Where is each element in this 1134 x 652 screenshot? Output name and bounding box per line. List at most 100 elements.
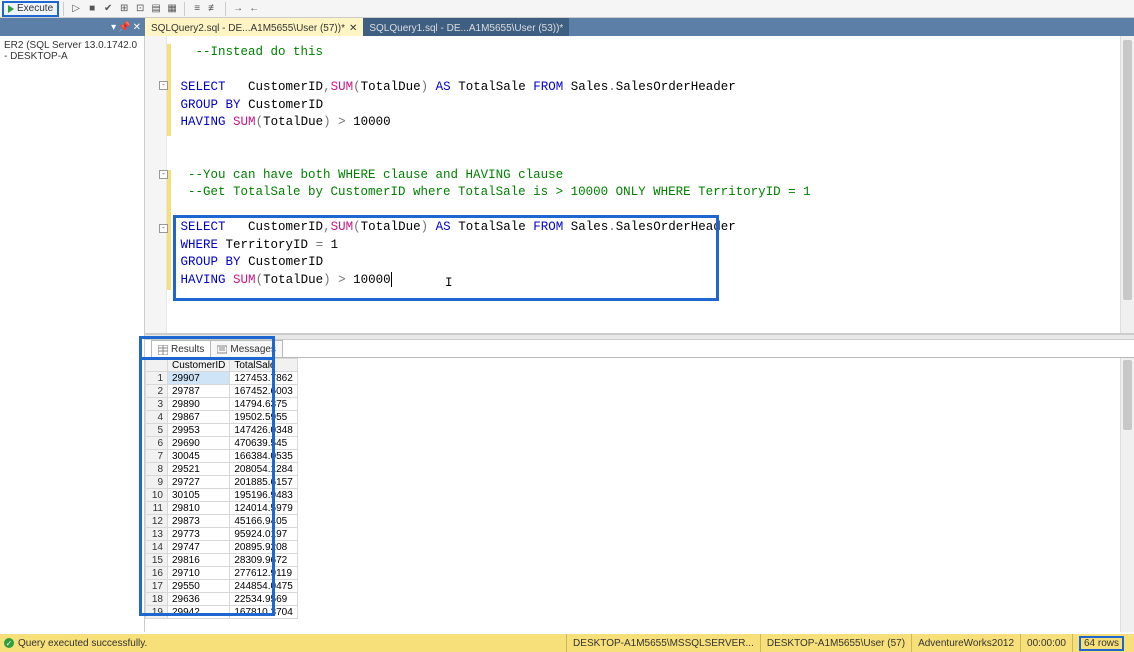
collapse-icon[interactable]: - — [159, 224, 168, 233]
uncomment-icon[interactable]: ≢ — [206, 2, 220, 16]
cell-customerid[interactable]: 29550 — [168, 580, 230, 593]
table-row[interactable]: 182963622534.9569 — [146, 593, 298, 606]
table-row[interactable]: 529953147426.0348 — [146, 424, 298, 437]
fn-sum: SUM — [233, 273, 256, 287]
tab-results[interactable]: Results — [151, 340, 211, 357]
kw-from: FROM — [533, 220, 563, 234]
table-row[interactable]: 730045166384.0535 — [146, 450, 298, 463]
table-row[interactable]: 129907127453.7862 — [146, 372, 298, 385]
tab-messages[interactable]: Messages — [210, 340, 283, 357]
cell-customerid[interactable]: 30045 — [168, 450, 230, 463]
table-row[interactable]: 42986719502.5955 — [146, 411, 298, 424]
stop-icon[interactable]: ■ — [85, 2, 99, 16]
cell-customerid[interactable]: 29942 — [168, 606, 230, 619]
cell-totalsale[interactable]: 166384.0535 — [230, 450, 297, 463]
kw-group: GROUP — [181, 255, 219, 269]
debug-icon[interactable]: ▷ — [69, 2, 83, 16]
cell-customerid[interactable]: 29521 — [168, 463, 230, 476]
cell-totalsale[interactable]: 28309.9672 — [230, 554, 297, 567]
cell-totalsale[interactable]: 127453.7862 — [230, 372, 297, 385]
cell-customerid[interactable]: 29907 — [168, 372, 230, 385]
cell-totalsale[interactable]: 124014.5979 — [230, 502, 297, 515]
table-row[interactable]: 829521208054.1284 — [146, 463, 298, 476]
row-number: 16 — [146, 567, 168, 580]
kw-select: SELECT — [181, 220, 226, 234]
cell-totalsale[interactable]: 470639.545 — [230, 437, 297, 450]
results-grid-icon[interactable]: ▦ — [165, 2, 179, 16]
cell-customerid[interactable]: 29816 — [168, 554, 230, 567]
kw-having: HAVING — [181, 273, 226, 287]
parse-icon[interactable]: ✔ — [101, 2, 115, 16]
cell-totalsale[interactable]: 244854.0475 — [230, 580, 297, 593]
scroll-thumb[interactable] — [1123, 360, 1132, 430]
cell-totalsale[interactable]: 95924.0197 — [230, 528, 297, 541]
column-header[interactable]: CustomerID — [168, 359, 230, 372]
cell-totalsale[interactable]: 277612.9119 — [230, 567, 297, 580]
cell-totalsale[interactable]: 20895.9208 — [230, 541, 297, 554]
options-icon[interactable]: ⊡ — [133, 2, 147, 16]
cell-customerid[interactable]: 29636 — [168, 593, 230, 606]
table-row[interactable]: 132977395924.0197 — [146, 528, 298, 541]
table-row[interactable]: 1129810124014.5979 — [146, 502, 298, 515]
collapse-icon[interactable]: - — [159, 170, 168, 179]
row-number: 1 — [146, 372, 168, 385]
tab-sqlquery1[interactable]: SQLQuery1.sql - DE...A1M5655\User (53))* — [363, 18, 569, 36]
table-row[interactable]: 1929942167810.3704 — [146, 606, 298, 619]
sql-editor[interactable]: - - - --Instead do this SELECT CustomerI… — [145, 36, 1134, 334]
tab-label: Results — [171, 344, 204, 355]
cell-totalsale[interactable]: 45166.9405 — [230, 515, 297, 528]
cell-totalsale[interactable]: 167810.3704 — [230, 606, 297, 619]
estimated-plan-icon[interactable]: ⊞ — [117, 2, 131, 16]
outdent-icon[interactable]: ← — [247, 2, 261, 16]
cell-totalsale[interactable]: 147426.0348 — [230, 424, 297, 437]
table-row[interactable]: 122987345166.9405 — [146, 515, 298, 528]
cell-customerid[interactable]: 29873 — [168, 515, 230, 528]
server-node[interactable]: ER2 (SQL Server 13.0.1742.0 - DESKTOP-A — [4, 40, 140, 62]
table-row[interactable]: 1729550244854.0475 — [146, 580, 298, 593]
cell-customerid[interactable]: 29787 — [168, 385, 230, 398]
close-icon[interactable]: ✕ — [133, 22, 141, 33]
results-grid[interactable]: CustomerIDTotalSale129907127453.78622297… — [145, 358, 1134, 632]
dropdown-icon[interactable]: ▾ — [111, 22, 116, 33]
cell-customerid[interactable]: 30105 — [168, 489, 230, 502]
tab-sqlquery2[interactable]: SQLQuery2.sql - DE...A1M5655\User (57))*… — [145, 18, 363, 36]
cell-totalsale[interactable]: 19502.5955 — [230, 411, 297, 424]
table-row[interactable]: 1030105195196.9483 — [146, 489, 298, 502]
cell-customerid[interactable]: 29890 — [168, 398, 230, 411]
cell-totalsale[interactable]: 167452.6003 — [230, 385, 297, 398]
table-row[interactable]: 1629710277612.9119 — [146, 567, 298, 580]
table-row[interactable]: 152981628309.9672 — [146, 554, 298, 567]
table-row[interactable]: 229787167452.6003 — [146, 385, 298, 398]
scroll-thumb[interactable] — [1123, 40, 1132, 300]
comment-icon[interactable]: ≡ — [190, 2, 204, 16]
code-comment: --Instead do this — [196, 45, 324, 59]
cell-customerid[interactable]: 29727 — [168, 476, 230, 489]
cell-customerid[interactable]: 29773 — [168, 528, 230, 541]
cell-customerid[interactable]: 29710 — [168, 567, 230, 580]
cell-totalsale[interactable]: 201885.6157 — [230, 476, 297, 489]
cell-customerid[interactable]: 29747 — [168, 541, 230, 554]
close-icon[interactable]: ✕ — [349, 23, 357, 34]
object-explorer[interactable]: ER2 (SQL Server 13.0.1742.0 - DESKTOP-A — [0, 36, 145, 632]
cell-customerid[interactable]: 29953 — [168, 424, 230, 437]
cell-totalsale[interactable]: 14794.6375 — [230, 398, 297, 411]
cell-totalsale[interactable]: 195196.9483 — [230, 489, 297, 502]
editor-scrollbar[interactable] — [1120, 36, 1134, 333]
cell-customerid[interactable]: 29810 — [168, 502, 230, 515]
pin-icon[interactable]: 📌 — [118, 22, 130, 33]
cell-totalsale[interactable]: 22534.9569 — [230, 593, 297, 606]
table-row[interactable]: 629690470639.545 — [146, 437, 298, 450]
table-row[interactable]: 32989014794.6375 — [146, 398, 298, 411]
table-row[interactable]: 929727201885.6157 — [146, 476, 298, 489]
cell-totalsale[interactable]: 208054.1284 — [230, 463, 297, 476]
column-header[interactable]: TotalSale — [230, 359, 297, 372]
indent-icon[interactable]: → — [231, 2, 245, 16]
results-text-icon[interactable]: ▤ — [149, 2, 163, 16]
collapse-icon[interactable]: - — [159, 81, 168, 90]
results-scrollbar[interactable] — [1120, 358, 1134, 632]
execute-button[interactable]: Execute — [2, 1, 59, 17]
table-row[interactable]: 142974720895.9208 — [146, 541, 298, 554]
column-header[interactable] — [146, 359, 168, 372]
cell-customerid[interactable]: 29867 — [168, 411, 230, 424]
cell-customerid[interactable]: 29690 — [168, 437, 230, 450]
